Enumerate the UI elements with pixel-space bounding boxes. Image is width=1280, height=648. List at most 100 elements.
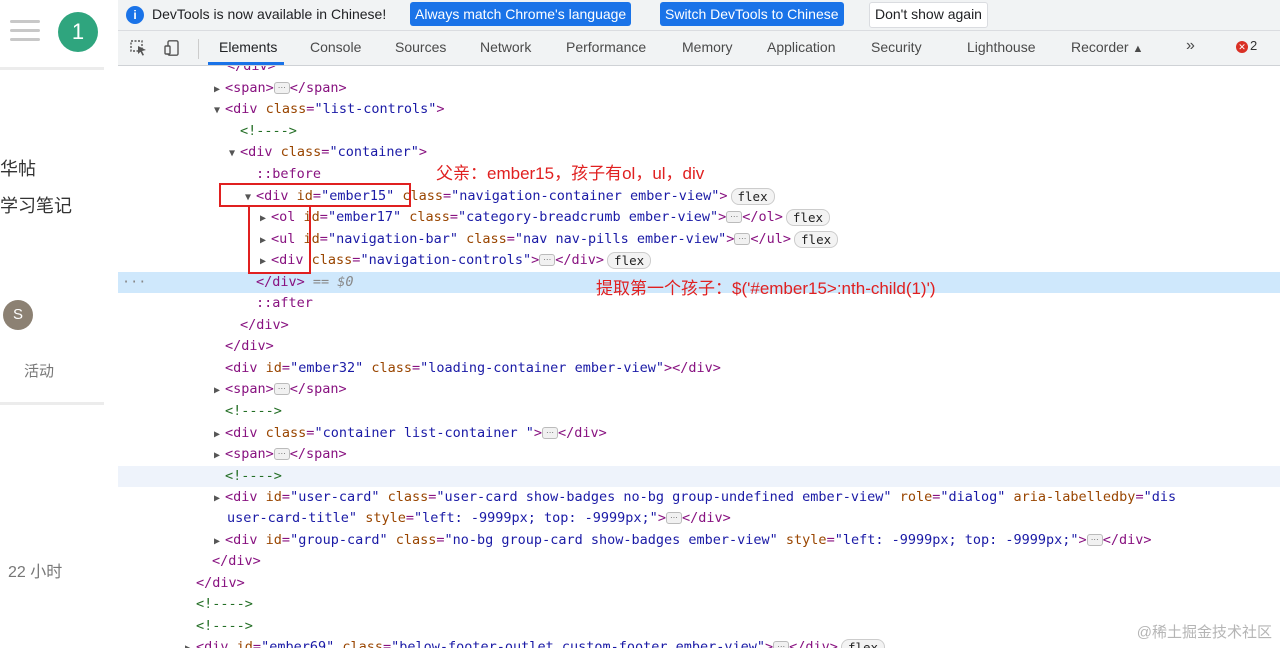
tree-row[interactable]: ▶ <div id="user-card" class="user-card sh…	[118, 487, 1280, 508]
expand-triangle-icon[interactable]: ▶	[214, 380, 225, 401]
tree-row[interactable]: </div>	[118, 315, 1280, 336]
switch-chinese-button[interactable]: Switch DevTools to Chinese	[660, 2, 844, 26]
ellipsis-icon[interactable]: ···	[273, 383, 290, 395]
more-tabs-button[interactable]: »	[1186, 37, 1195, 55]
row-menu-icon[interactable]: ···	[122, 272, 146, 293]
attr-value: "user-card show-badges no-bg group-undef…	[436, 489, 892, 505]
ellipsis-icon[interactable]: ···	[542, 427, 559, 439]
expand-triangle-icon[interactable]: ▶	[214, 488, 225, 509]
device-toolbar-icon[interactable]	[164, 40, 182, 56]
ellipsis-icon[interactable]: ···	[273, 448, 290, 460]
devtools-panel: i DevTools is now available in Chinese! …	[118, 0, 1280, 648]
dom-tree: </div> ▶ <span> ··· </span> ▼ <div class="li…	[118, 66, 1280, 648]
hamburger-menu-icon[interactable]	[10, 20, 40, 47]
tag-text: </div>	[555, 252, 605, 268]
tag-text: </div>	[256, 274, 305, 290]
tag-text: <div	[225, 101, 258, 117]
tag-text: >	[726, 231, 735, 247]
highlight-box-parent	[219, 183, 411, 207]
tree-row[interactable]: </div>	[118, 551, 1280, 572]
expand-triangle-icon[interactable]: ▶	[214, 424, 225, 445]
tag-text: </div>	[789, 639, 838, 648]
attr-value: "left: -9999px; top: -9999px;"	[413, 510, 658, 526]
notification-badge[interactable]: 1	[58, 12, 98, 52]
tab-lighthouse[interactable]: Lighthouse	[967, 39, 1036, 55]
attr-name: class	[265, 425, 307, 441]
tab-elements[interactable]: Elements	[219, 39, 277, 55]
comment-text: <!---->	[225, 468, 282, 484]
annotation-child-note: 提取第一个孩子：$('#ember15>:nth-child(1)')	[596, 279, 936, 298]
tree-row-hovered[interactable]: <!---->	[118, 466, 1280, 487]
tab-sources[interactable]: Sources	[395, 39, 446, 55]
tree-row[interactable]: ▶ <div id="group-card" class="no-bg group…	[118, 530, 1280, 551]
collapse-triangle-icon[interactable]: ▼	[229, 143, 240, 164]
tag-text: <div	[225, 532, 258, 548]
tree-row[interactable]: </div>	[118, 66, 1280, 77]
ellipsis-icon[interactable]: ···	[773, 641, 790, 648]
tag-text: <span>	[225, 381, 274, 397]
collapse-triangle-icon[interactable]: ▼	[214, 100, 225, 121]
ellipsis-icon[interactable]: ···	[539, 254, 556, 266]
ellipsis-icon[interactable]: ···	[665, 512, 682, 524]
flex-badge[interactable]: flex	[794, 230, 839, 248]
tree-row[interactable]: </div>	[118, 573, 1280, 594]
tree-row[interactable]: <!---->	[118, 616, 1280, 637]
expand-triangle-icon[interactable]: ▶	[185, 638, 196, 648]
flex-badge[interactable]: flex	[840, 638, 886, 648]
match-language-button[interactable]: Always match Chrome's language	[410, 2, 632, 26]
tag-text: </div>	[681, 510, 731, 526]
pseudo-element: ::after	[256, 295, 313, 311]
tab-application[interactable]: Application	[767, 39, 836, 55]
ellipsis-icon[interactable]: ···	[726, 211, 743, 223]
attr-name: class	[342, 639, 383, 648]
tab-console[interactable]: Console	[310, 39, 361, 55]
attr-value: "container"	[329, 144, 419, 160]
tab-recorder[interactable]: Recorder ▲	[1071, 39, 1143, 55]
tree-row[interactable]: <!---->	[118, 121, 1280, 142]
watermark: @稀土掘金技术社区	[1136, 624, 1272, 641]
dont-show-again-button[interactable]: Don't show again	[869, 2, 988, 28]
tree-row[interactable]: ▶ <span> ··· </span>	[118, 78, 1280, 99]
tag-text: ></div>	[663, 360, 721, 376]
expand-triangle-icon[interactable]: ▶	[214, 445, 225, 466]
tag-text: </div>	[212, 553, 261, 569]
flex-badge[interactable]: flex	[785, 208, 830, 226]
ellipsis-icon[interactable]: ···	[1086, 534, 1103, 546]
activity-label[interactable]: 活动	[24, 360, 54, 381]
attr-value: user-card-title"	[227, 510, 358, 526]
tree-row[interactable]: ▶ <span> ··· </span>	[118, 379, 1280, 400]
tree-row[interactable]: ▶ <span> ··· </span>	[118, 444, 1280, 465]
page-text-2[interactable]: 学习笔记	[0, 192, 72, 218]
tree-row[interactable]: ▶ <div class="container list-container ">…	[118, 423, 1280, 444]
toolbar-divider	[198, 39, 199, 59]
error-counter[interactable]: ✕ 2	[1236, 38, 1257, 58]
ellipsis-icon[interactable]: ···	[734, 233, 751, 245]
attr-value: "user-card"	[290, 489, 380, 505]
tree-row[interactable]: <div id="ember32" class="loading-contain…	[118, 358, 1280, 379]
page-text-1[interactable]: 华帖	[0, 155, 36, 181]
tag-text: <div	[196, 639, 229, 648]
tab-network[interactable]: Network	[480, 39, 531, 55]
tree-row[interactable]: ▶<div id="ember69" class="below-footer-o…	[118, 637, 1280, 648]
flex-badge[interactable]: flex	[730, 187, 775, 205]
avatar[interactable]: S	[3, 300, 33, 330]
flex-badge[interactable]: flex	[607, 251, 652, 269]
tab-recorder-label: Recorder	[1071, 39, 1129, 55]
expand-triangle-icon[interactable]: ▶	[214, 79, 225, 100]
tab-security[interactable]: Security	[871, 39, 922, 55]
info-icon: i	[126, 6, 144, 24]
tab-performance[interactable]: Performance	[566, 39, 646, 55]
expand-triangle-icon[interactable]: ▶	[214, 531, 225, 552]
tree-row[interactable]: <!---->	[118, 594, 1280, 615]
tree-row[interactable]: <!---->	[118, 401, 1280, 422]
tag-text: <span>	[225, 80, 274, 96]
ellipsis-icon[interactable]: ···	[273, 82, 290, 94]
tag-text: </span>	[289, 446, 347, 462]
tag-text: >	[657, 510, 666, 526]
tab-memory[interactable]: Memory	[682, 39, 733, 55]
tree-row[interactable]: user-card-title" style="left: -9999px; t…	[118, 508, 1280, 529]
tree-row[interactable]: ▼ <div class="list-controls">	[118, 99, 1280, 120]
tree-row[interactable]: </div>	[118, 336, 1280, 357]
inspect-element-icon[interactable]	[130, 40, 148, 56]
tag-text: >	[418, 144, 427, 160]
